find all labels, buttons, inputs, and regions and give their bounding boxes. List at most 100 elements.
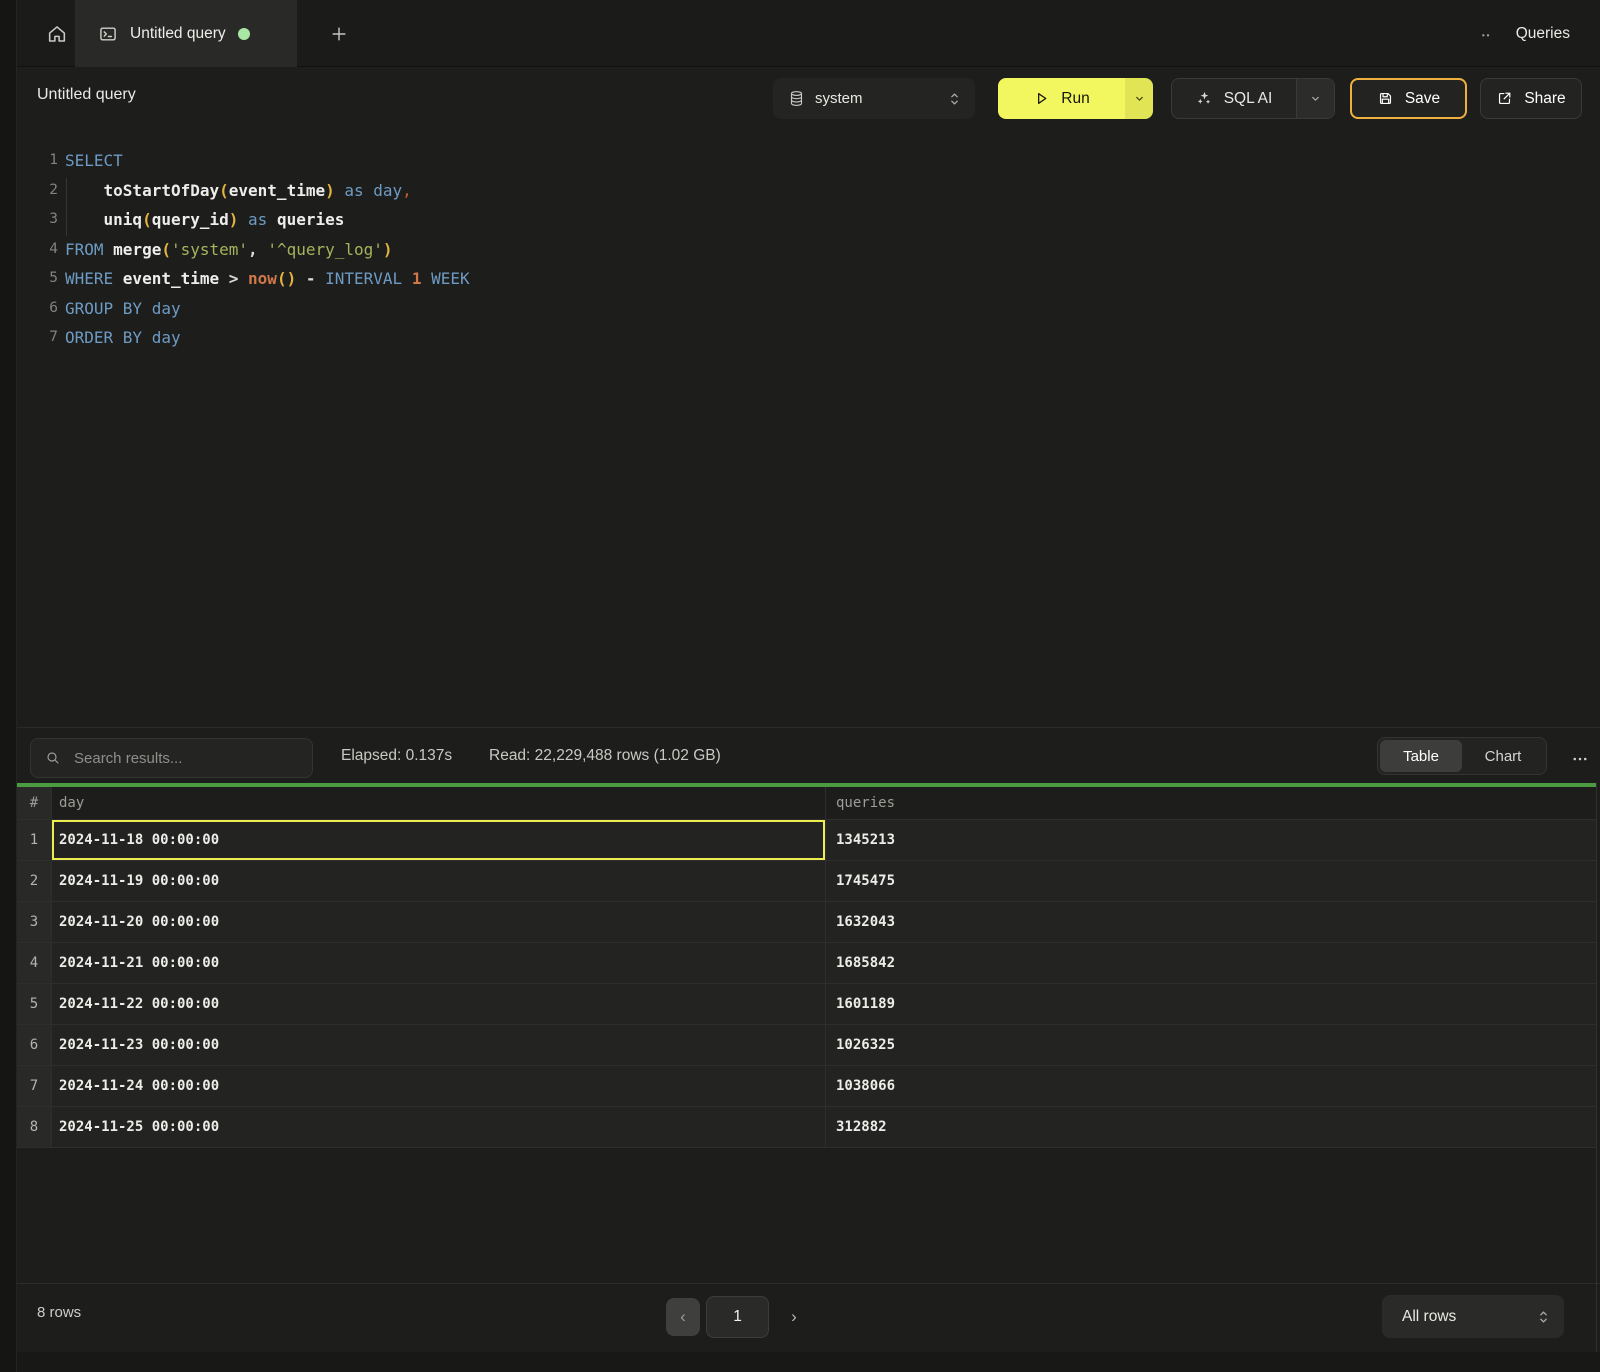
external-link-icon: [1496, 90, 1513, 107]
code-line[interactable]: FROM merge('system', '^query_log'): [65, 235, 1590, 265]
database-icon: [789, 90, 804, 107]
queries-link[interactable]: Queries: [1516, 25, 1570, 43]
table-cell-queries[interactable]: 1345213: [826, 820, 1597, 861]
run-button-label: Run: [1061, 90, 1089, 108]
line-number: 5: [30, 264, 58, 294]
row-count-label: 8 rows: [37, 1304, 81, 1321]
code-line[interactable]: ORDER BY day: [65, 323, 1590, 353]
ellipsis-icon: [1571, 750, 1589, 768]
tab-untitled-query[interactable]: Untitled query: [75, 0, 297, 67]
updown-chevron-icon: [948, 91, 961, 107]
database-select-value: system: [815, 90, 937, 107]
window-right-edge: [1596, 783, 1597, 1352]
code-line[interactable]: SELECT: [65, 146, 1590, 176]
database-select[interactable]: system: [773, 78, 975, 119]
run-options-button[interactable]: [1125, 78, 1153, 119]
results-footer: 8 rows ‹ 1 › All rows: [17, 1283, 1600, 1352]
editor-code[interactable]: SELECT toStartOfDay(event_time) as day, …: [65, 146, 1590, 353]
new-tab-button[interactable]: [313, 0, 365, 67]
results-toolbar: Search results... Elapsed: 0.137s Read: …: [17, 727, 1600, 783]
window-bottom-edge: [17, 1352, 1600, 1372]
line-number: 6: [30, 294, 58, 324]
table-row: 32024-11-20 00:00:001632043: [17, 902, 1597, 943]
line-number: 7: [30, 323, 58, 353]
chevron-down-icon: [1309, 92, 1322, 105]
table-cell-day[interactable]: 2024-11-23 00:00:00: [52, 1025, 826, 1066]
line-number: 3: [30, 205, 58, 235]
elapsed-stat: Elapsed: 0.137s: [341, 728, 452, 784]
row-number-cell: 3: [17, 902, 52, 943]
row-number-cell: 2: [17, 861, 52, 902]
save-button-label: Save: [1405, 90, 1440, 108]
table-row: 82024-11-25 00:00:00312882: [17, 1107, 1597, 1148]
column-header-day[interactable]: day: [52, 787, 826, 820]
column-header-queries[interactable]: queries: [826, 787, 1597, 820]
table-cell-day[interactable]: 2024-11-22 00:00:00: [52, 984, 826, 1025]
rows-per-page-select[interactable]: All rows: [1382, 1295, 1564, 1338]
table-row: 12024-11-18 00:00:001345213: [17, 820, 1597, 861]
row-number-cell: 4: [17, 943, 52, 984]
row-number-cell: 8: [17, 1107, 52, 1148]
previous-page-button[interactable]: ‹: [666, 1298, 700, 1336]
table-cell-queries[interactable]: 1026325: [826, 1025, 1597, 1066]
share-button[interactable]: Share: [1480, 78, 1582, 119]
results-table: # day queries 12024-11-18 00:00:00134521…: [17, 787, 1597, 1148]
chevron-left-icon: ‹: [680, 1307, 686, 1327]
table-row: 22024-11-19 00:00:001745475: [17, 861, 1597, 902]
code-line[interactable]: uniq(query_id) as queries: [65, 205, 1590, 235]
rows-per-page-value: All rows: [1402, 1308, 1537, 1326]
unsaved-changes-dot: [238, 28, 250, 40]
line-number: 4: [30, 235, 58, 265]
left-rail: [0, 0, 17, 1372]
table-cell-day[interactable]: 2024-11-20 00:00:00: [52, 902, 826, 943]
view-toggle-table[interactable]: Table: [1380, 740, 1462, 772]
table-cell-queries[interactable]: 312882: [826, 1107, 1597, 1148]
next-page-button[interactable]: ›: [777, 1298, 811, 1336]
code-line[interactable]: toStartOfDay(event_time) as day,: [65, 176, 1590, 206]
code-line[interactable]: GROUP BY day: [65, 294, 1590, 324]
table-cell-queries[interactable]: 1632043: [826, 902, 1597, 943]
save-button[interactable]: Save: [1350, 78, 1467, 119]
view-toggle-chart[interactable]: Chart: [1462, 740, 1544, 772]
table-row: 62024-11-23 00:00:001026325: [17, 1025, 1597, 1066]
table-cell-day-selected[interactable]: 2024-11-18 00:00:00: [52, 820, 826, 861]
table-cell-day[interactable]: 2024-11-19 00:00:00: [52, 861, 826, 902]
sql-ai-options-button[interactable]: [1296, 79, 1334, 118]
code-line[interactable]: WHERE event_time > now() - INTERVAL 1 WE…: [65, 264, 1590, 294]
results-menu-button[interactable]: [1565, 744, 1595, 774]
search-placeholder: Search results...: [74, 750, 182, 767]
line-number: 1: [30, 146, 58, 176]
table-cell-queries[interactable]: 1745475: [826, 861, 1597, 902]
sql-console-window: Untitled query Queries Untitled query sy…: [0, 0, 1600, 1372]
results-table-header: # day queries: [17, 787, 1597, 820]
save-icon: [1377, 90, 1394, 107]
run-button[interactable]: Run: [998, 78, 1125, 119]
current-page-button[interactable]: 1: [706, 1296, 769, 1338]
row-number-cell: 1: [17, 820, 52, 861]
sql-ai-button-group: SQL AI: [1171, 78, 1335, 119]
query-title: Untitled query: [37, 86, 136, 104]
table-cell-queries[interactable]: 1685842: [826, 943, 1597, 984]
topbar: Untitled query Queries: [17, 0, 1600, 67]
table-cell-day[interactable]: 2024-11-25 00:00:00: [52, 1107, 826, 1148]
table-cell-day[interactable]: 2024-11-24 00:00:00: [52, 1066, 826, 1107]
table-row: 72024-11-24 00:00:001038066: [17, 1066, 1597, 1107]
chevron-right-icon: ›: [791, 1307, 797, 1327]
updown-chevron-icon: [1537, 1309, 1550, 1325]
sql-ai-button[interactable]: SQL AI: [1172, 79, 1296, 118]
table-row: 52024-11-22 00:00:001601189: [17, 984, 1597, 1025]
table-cell-day[interactable]: 2024-11-21 00:00:00: [52, 943, 826, 984]
tab-title: Untitled query: [130, 25, 226, 43]
search-input[interactable]: Search results...: [30, 738, 313, 778]
play-icon: [1033, 90, 1050, 107]
plus-icon: [329, 24, 349, 44]
overflow-dots-icon[interactable]: [1478, 26, 1494, 42]
table-cell-queries[interactable]: 1038066: [826, 1066, 1597, 1107]
table-cell-queries[interactable]: 1601189: [826, 984, 1597, 1025]
column-header-index: #: [17, 787, 52, 820]
sql-ai-label: SQL AI: [1224, 90, 1273, 108]
run-button-group: Run: [998, 78, 1153, 119]
sparkles-icon: [1196, 90, 1213, 107]
home-icon: [46, 23, 68, 45]
sql-editor[interactable]: 1234567 SELECT toStartOfDay(event_time) …: [17, 130, 1600, 727]
